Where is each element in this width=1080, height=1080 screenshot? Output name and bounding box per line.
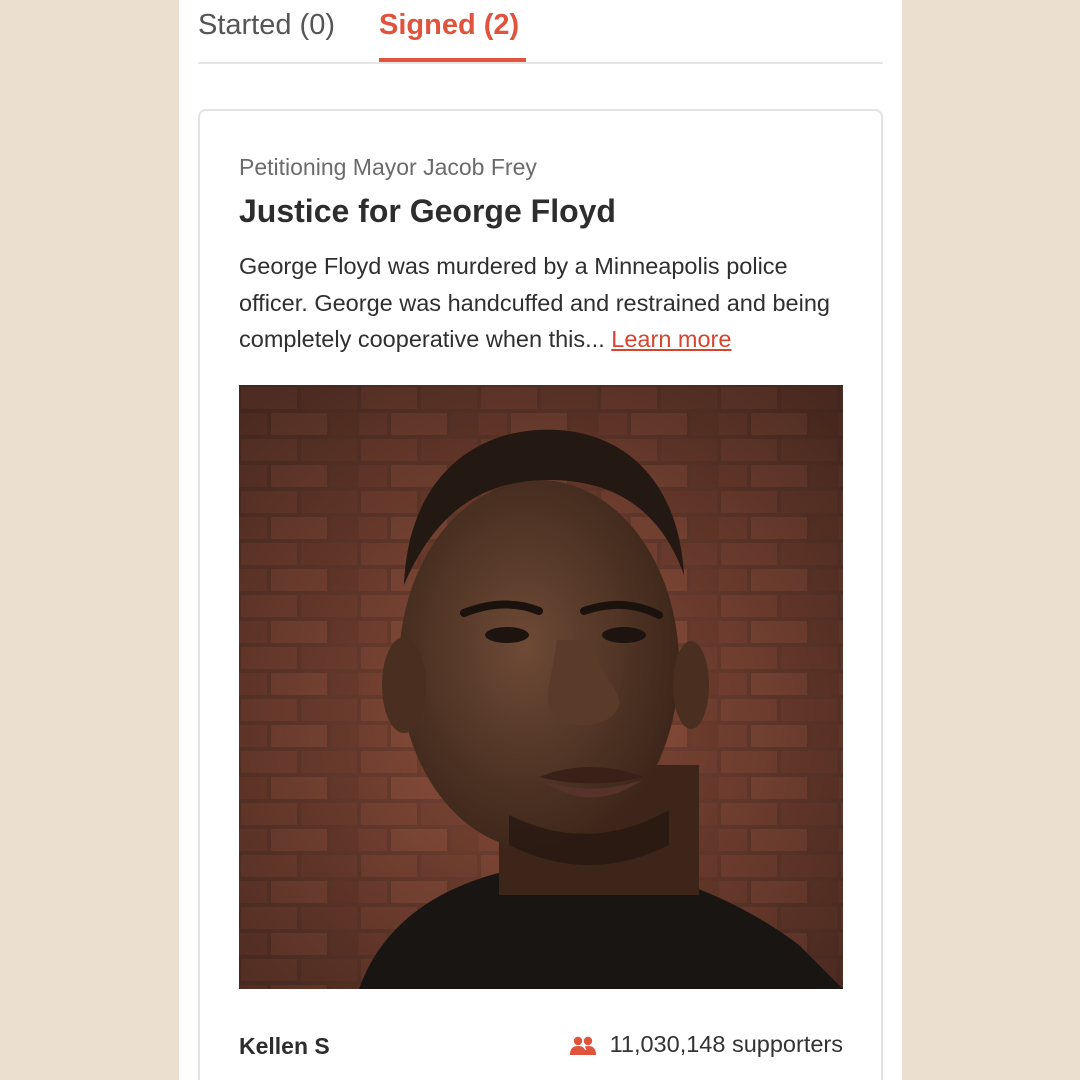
learn-more-link[interactable]: Learn more <box>611 326 731 352</box>
petition-description-text: George Floyd was murdered by a Minneapol… <box>239 253 830 352</box>
petition-target: Petitioning Mayor Jacob Frey <box>239 154 537 180</box>
tab-signed[interactable]: Signed (2) <box>379 6 519 44</box>
petition-photo-image <box>239 385 843 989</box>
petition-photo[interactable] <box>239 385 843 989</box>
petition-description: George Floyd was murdered by a Minneapol… <box>239 248 849 358</box>
tab-started[interactable]: Started (0) <box>198 6 335 44</box>
petition-card[interactable]: Petitioning Mayor Jacob Frey Justice for… <box>198 109 883 1080</box>
supporters-count: 11,030,148 supporters <box>569 1031 843 1058</box>
people-icon <box>569 1035 596 1055</box>
tab-bar: Started (0) Signed (2) <box>198 0 883 64</box>
petition-author[interactable]: Kellen S <box>239 1033 330 1060</box>
petition-page: Started (0) Signed (2) Petitioning Mayor… <box>179 0 902 1080</box>
supporters-label: 11,030,148 supporters <box>609 1031 843 1057</box>
active-tab-indicator <box>379 58 526 62</box>
petition-title[interactable]: Justice for George Floyd <box>239 193 616 230</box>
